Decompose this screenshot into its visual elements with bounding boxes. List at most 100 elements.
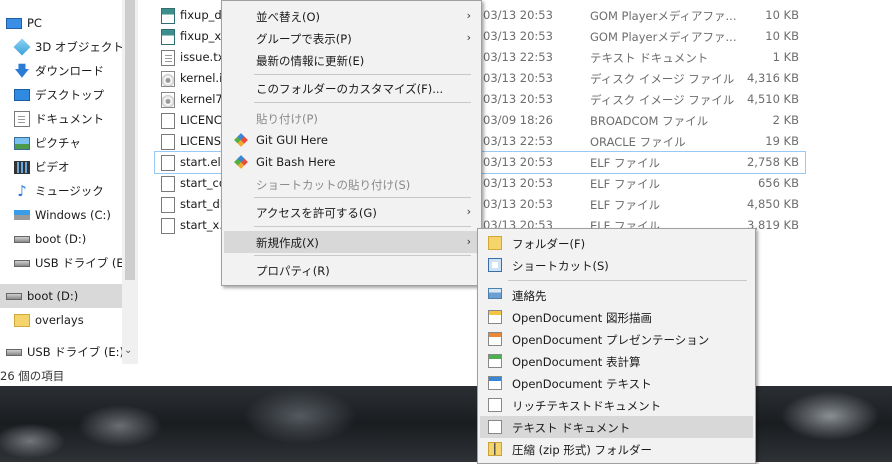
new-submenu-item[interactable]: OpenDocument プレゼンテーション [480,328,753,350]
file-type: GOM Playerメディアファ... [590,9,737,23]
file-size: 4,316 KB [746,71,799,85]
nav-item-usb-e-root[interactable]: USB ドライブ (E:) [6,340,128,364]
nav-item-pictures[interactable]: ピクチャ [14,131,136,155]
text-document-icon [488,420,502,434]
submenu-arrow-icon: › [466,205,471,218]
desktop-wallpaper [0,386,892,462]
submenu-arrow-icon: › [466,235,471,248]
context-menu-item-label: アクセスを許可する(G) [256,206,377,220]
nav-item-music[interactable]: ♪ ミュージック [14,179,136,203]
nav-scrollbar[interactable]: ⌄ [122,0,138,364]
nav-item-videos[interactable]: ビデオ [14,155,136,179]
new-submenu-item[interactable]: テキスト ドキュメント [480,416,753,438]
new-submenu-item[interactable]: ショートカット(S) [480,254,753,276]
file-size: 2 KB [772,113,799,127]
git-icon [234,155,248,169]
new-item-submenu: フォルダー(F) ショートカット(S) 連絡先 OpenDocument 図形描画 Op… [477,228,756,464]
windows-drive-icon [14,210,30,220]
nav-scrollbar-thumb[interactable] [125,0,135,280]
nav-item-documents[interactable]: ドキュメント [14,107,136,131]
menu-separator [254,197,471,198]
new-submenu-item-label: OpenDocument 表計算 [512,355,641,369]
scroll-down-arrow-icon[interactable]: ⌄ [124,345,132,356]
file-name: start.elf [180,155,225,169]
context-menu-item-label: ショートカットの貼り付け(S) [256,178,411,192]
context-menu-item[interactable]: 新規作成(X) › [224,231,479,253]
context-menu-item-label: 貼り付け(P) [256,112,318,126]
file-date: 03/13 20:53 [483,197,553,211]
file-name: issue.txt [180,50,225,64]
file-date: 03/13 20:53 [483,71,553,85]
folder-icon [14,313,30,327]
new-submenu-item[interactable]: リッチテキストドキュメント [480,394,753,416]
context-menu-item[interactable]: Git GUI Here [224,129,479,151]
nav-item-boot-d-root[interactable]: boot (D:) [0,284,122,308]
context-menu-item-label: プロパティ(R) [256,264,330,278]
file-size: 2,758 KB [746,155,799,169]
pc-icon [6,17,22,29]
menu-separator [254,226,471,227]
file-date: 03/13 22:53 [483,134,553,148]
nav-item-windows-c[interactable]: Windows (C:) [14,203,136,227]
dat-file-icon [161,29,175,45]
new-submenu-item[interactable]: OpenDocument テキスト [480,372,753,394]
file-date: 03/13 20:53 [483,8,553,22]
context-menu-item-label: 最新の情報に更新(E) [256,54,365,68]
new-submenu-item[interactable]: OpenDocument 表計算 [480,350,753,372]
file-size: 10 KB [765,8,799,22]
drive-icon [6,292,22,300]
new-submenu-item[interactable]: 連絡先 [480,284,753,306]
context-menu-item-label: 新規作成(X) [256,236,319,250]
item-count: 26 個の項目 [0,369,65,383]
3d-objects-icon [13,38,31,56]
disk-image-icon [161,71,175,87]
nav-item-boot-d[interactable]: boot (D:) [14,227,136,251]
context-menu-item[interactable]: このフォルダーのカスタマイズ(F)... [224,77,479,99]
file-size: 19 KB [765,134,799,148]
submenu-arrow-icon: › [466,31,471,44]
file-name: LICENCE [180,113,225,127]
dat-file-icon [161,8,175,24]
menu-separator [508,280,747,281]
context-menu-item[interactable]: アクセスを許可する(G) › [224,201,479,223]
nav-item-desktop[interactable]: デスクトップ [14,83,136,107]
new-submenu-item-label: OpenDocument 図形描画 [512,311,652,325]
music-icon: ♪ [17,182,27,200]
new-submenu-item[interactable]: フォルダー(F) [480,232,753,254]
zip-folder-icon [488,442,502,456]
nav-item-pc[interactable]: PC [6,11,128,35]
file-date: 03/13 22:53 [483,50,553,64]
nav-item-usb-e[interactable]: USB ドライブ (E:) [14,251,136,275]
file-type: ELF ファイル [590,156,660,170]
menu-separator [254,74,471,75]
context-menu-item-label: Git GUI Here [256,133,328,147]
context-menu-item[interactable]: 貼り付け(P) [224,107,479,129]
download-icon: 🡇 [14,62,30,80]
context-menu-item-label: 並べ替え(O) [256,10,321,24]
context-menu-item[interactable]: グループで表示(P) › [224,27,479,49]
context-menu-item[interactable]: ショートカットの貼り付け(S) [224,173,479,195]
file-type: テキスト ドキュメント [590,51,709,65]
file-type: ディスク イメージ ファイル [590,72,735,86]
nav-item-overlays[interactable]: overlays [14,308,136,332]
new-submenu-item[interactable]: OpenDocument 図形描画 [480,306,753,328]
file-type: ORACLE ファイル [590,135,686,149]
file-name: LICENSE [180,134,225,148]
context-menu-item[interactable]: 並べ替え(O) › [224,5,479,27]
git-icon [234,133,248,147]
file-date: 03/13 20:53 [483,176,553,190]
file-type: ELF ファイル [590,198,660,212]
desktop-icon [14,89,30,101]
context-menu-item[interactable]: プロパティ(R) [224,259,479,281]
new-submenu-item[interactable]: 圧縮 (zip 形式) フォルダー [480,438,753,460]
new-submenu-item-label: OpenDocument テキスト [512,377,652,391]
nav-item-downloads[interactable]: 🡇 ダウンロード [14,59,136,83]
context-menu-item-label: グループで表示(P) [256,32,352,46]
file-name: start_cd [180,176,225,190]
disk-image-icon [161,92,175,108]
new-submenu-item-label: フォルダー(F) [512,237,586,251]
context-menu-item[interactable]: Git Bash Here [224,151,479,173]
nav-item-3d-objects[interactable]: 3D オブジェクト [13,35,136,59]
context-menu-item[interactable]: 最新の情報に更新(E) [224,49,479,71]
context-menu-item-label: このフォルダーのカスタマイズ(F)... [256,82,444,96]
